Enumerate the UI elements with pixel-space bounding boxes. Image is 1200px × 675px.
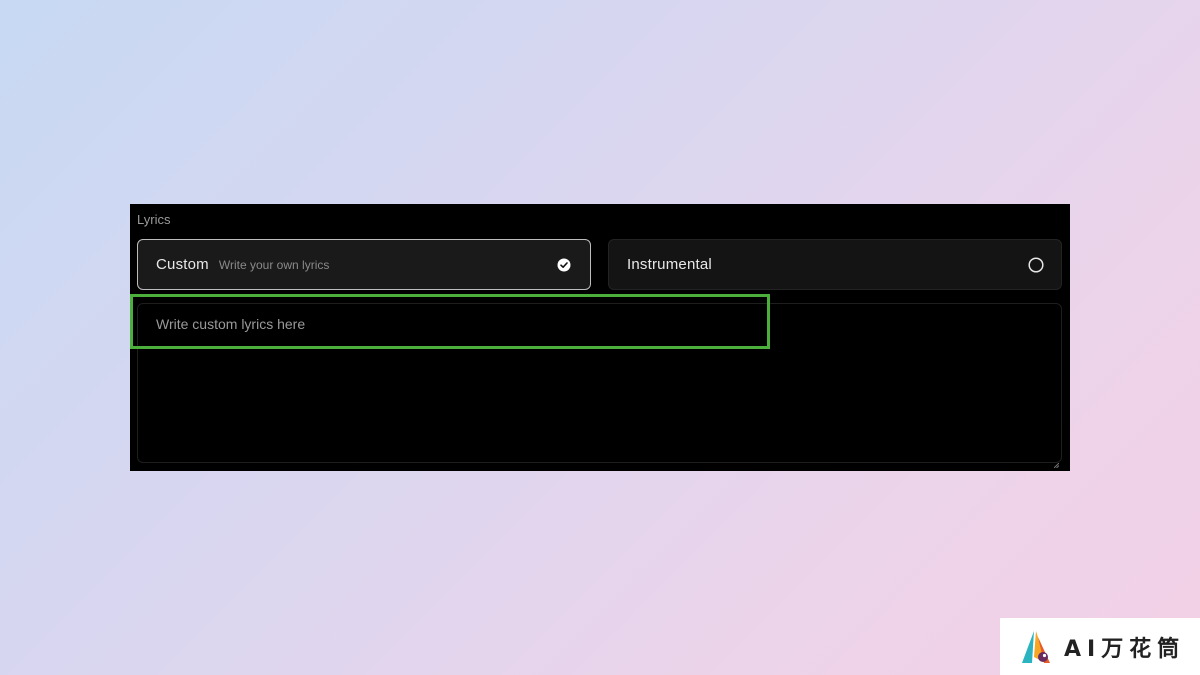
custom-lyrics-option[interactable]: Custom Write your own lyrics: [137, 239, 591, 290]
lyrics-input-container: [137, 303, 1062, 469]
custom-option-title: Custom: [156, 256, 209, 273]
watermark-text: AI万花筒: [1064, 636, 1186, 662]
lyrics-panel: Lyrics Custom Write your own lyrics Inst…: [130, 204, 1070, 471]
brand-logo-icon: [1020, 627, 1060, 667]
lyrics-section-label: Lyrics: [137, 212, 171, 227]
watermark: AI万花筒: [1000, 618, 1200, 675]
custom-option-description: Write your own lyrics: [218, 257, 330, 272]
instrumental-option[interactable]: Instrumental: [608, 239, 1062, 290]
check-circle-icon: [557, 258, 571, 272]
instrumental-option-title: Instrumental: [627, 256, 712, 273]
resize-handle-icon[interactable]: [1053, 455, 1060, 469]
radio-empty-icon: [1028, 256, 1044, 273]
lyrics-input[interactable]: [138, 304, 1061, 462]
